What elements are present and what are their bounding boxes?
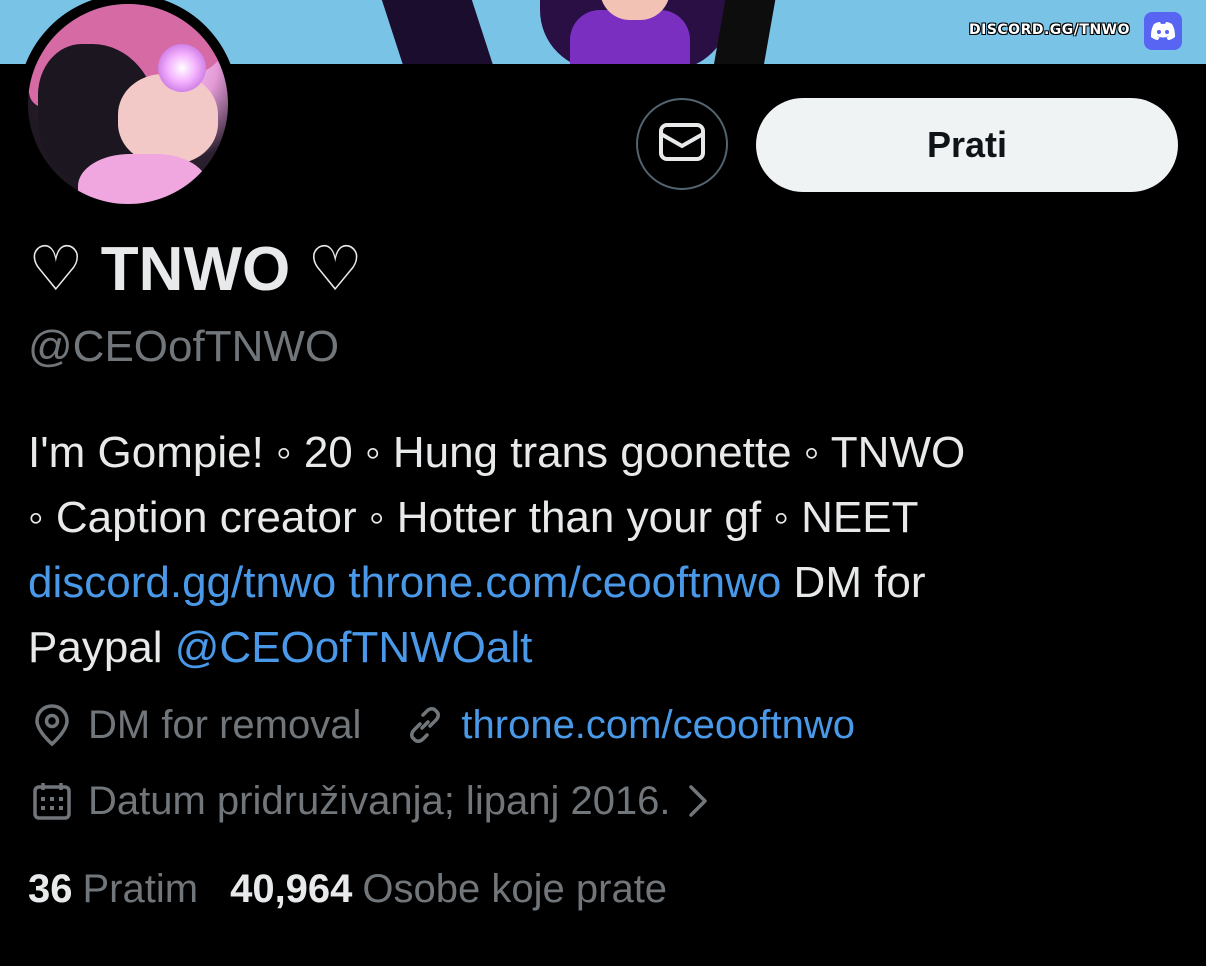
bio-line: Paypal @CEOofTNWOalt bbox=[28, 615, 1178, 680]
join-date-text: Datum pridruživanja; lipanj 2016. bbox=[88, 778, 671, 823]
banner-art bbox=[712, 0, 778, 64]
location-text: DM for removal bbox=[88, 702, 362, 747]
bio-mention-link[interactable]: @CEOofTNWOalt bbox=[175, 623, 533, 672]
calendar-icon bbox=[28, 777, 76, 825]
banner-art bbox=[375, 0, 495, 64]
bio-link-discord[interactable]: discord.gg/tnwo bbox=[28, 558, 336, 607]
chevron-right-icon[interactable] bbox=[687, 783, 709, 819]
display-name: ♡ TNWO ♡ bbox=[28, 235, 364, 304]
bio: I'm Gompie! ◦ 20 ◦ Hung trans goonette ◦… bbox=[28, 420, 1178, 680]
banner-text: DISCORD.GG/TNWO bbox=[968, 22, 1130, 38]
message-button[interactable] bbox=[636, 98, 728, 190]
avatar[interactable] bbox=[18, 0, 238, 214]
discord-icon bbox=[1144, 12, 1182, 50]
follow-stats: 36 Pratim 40,964 Osobe koje prate bbox=[28, 862, 667, 916]
profile-meta-row: DM for removal throne.com/ceooftnwo bbox=[28, 698, 855, 752]
bio-line: I'm Gompie! ◦ 20 ◦ Hung trans goonette ◦… bbox=[28, 428, 966, 477]
following-link[interactable]: 36 Pratim bbox=[28, 867, 198, 912]
profile-meta-row: Datum pridruživanja; lipanj 2016. bbox=[28, 774, 709, 828]
location-pin-icon bbox=[28, 701, 76, 749]
link-icon bbox=[401, 701, 449, 749]
website-link[interactable]: throne.com/ceooftnwo bbox=[461, 703, 855, 748]
followers-link[interactable]: 40,964 Osobe koje prate bbox=[230, 867, 667, 912]
following-label: Pratim bbox=[82, 866, 199, 911]
bio-line: ◦ Caption creator ◦ Hotter than your gf … bbox=[28, 493, 919, 542]
following-count: 36 bbox=[28, 866, 73, 911]
bio-text: DM for bbox=[781, 558, 926, 607]
envelope-icon bbox=[658, 122, 706, 167]
follow-button[interactable]: Prati bbox=[756, 98, 1178, 192]
username-handle: @CEOofTNWO bbox=[28, 322, 340, 371]
followers-label: Osobe koje prate bbox=[362, 866, 668, 911]
bio-link-throne[interactable]: throne.com/ceooftnwo bbox=[348, 558, 781, 607]
bio-line: discord.gg/tnwo throne.com/ceooftnwo DM … bbox=[28, 550, 1178, 615]
followers-count: 40,964 bbox=[230, 866, 353, 911]
bio-text: Paypal bbox=[28, 623, 175, 672]
